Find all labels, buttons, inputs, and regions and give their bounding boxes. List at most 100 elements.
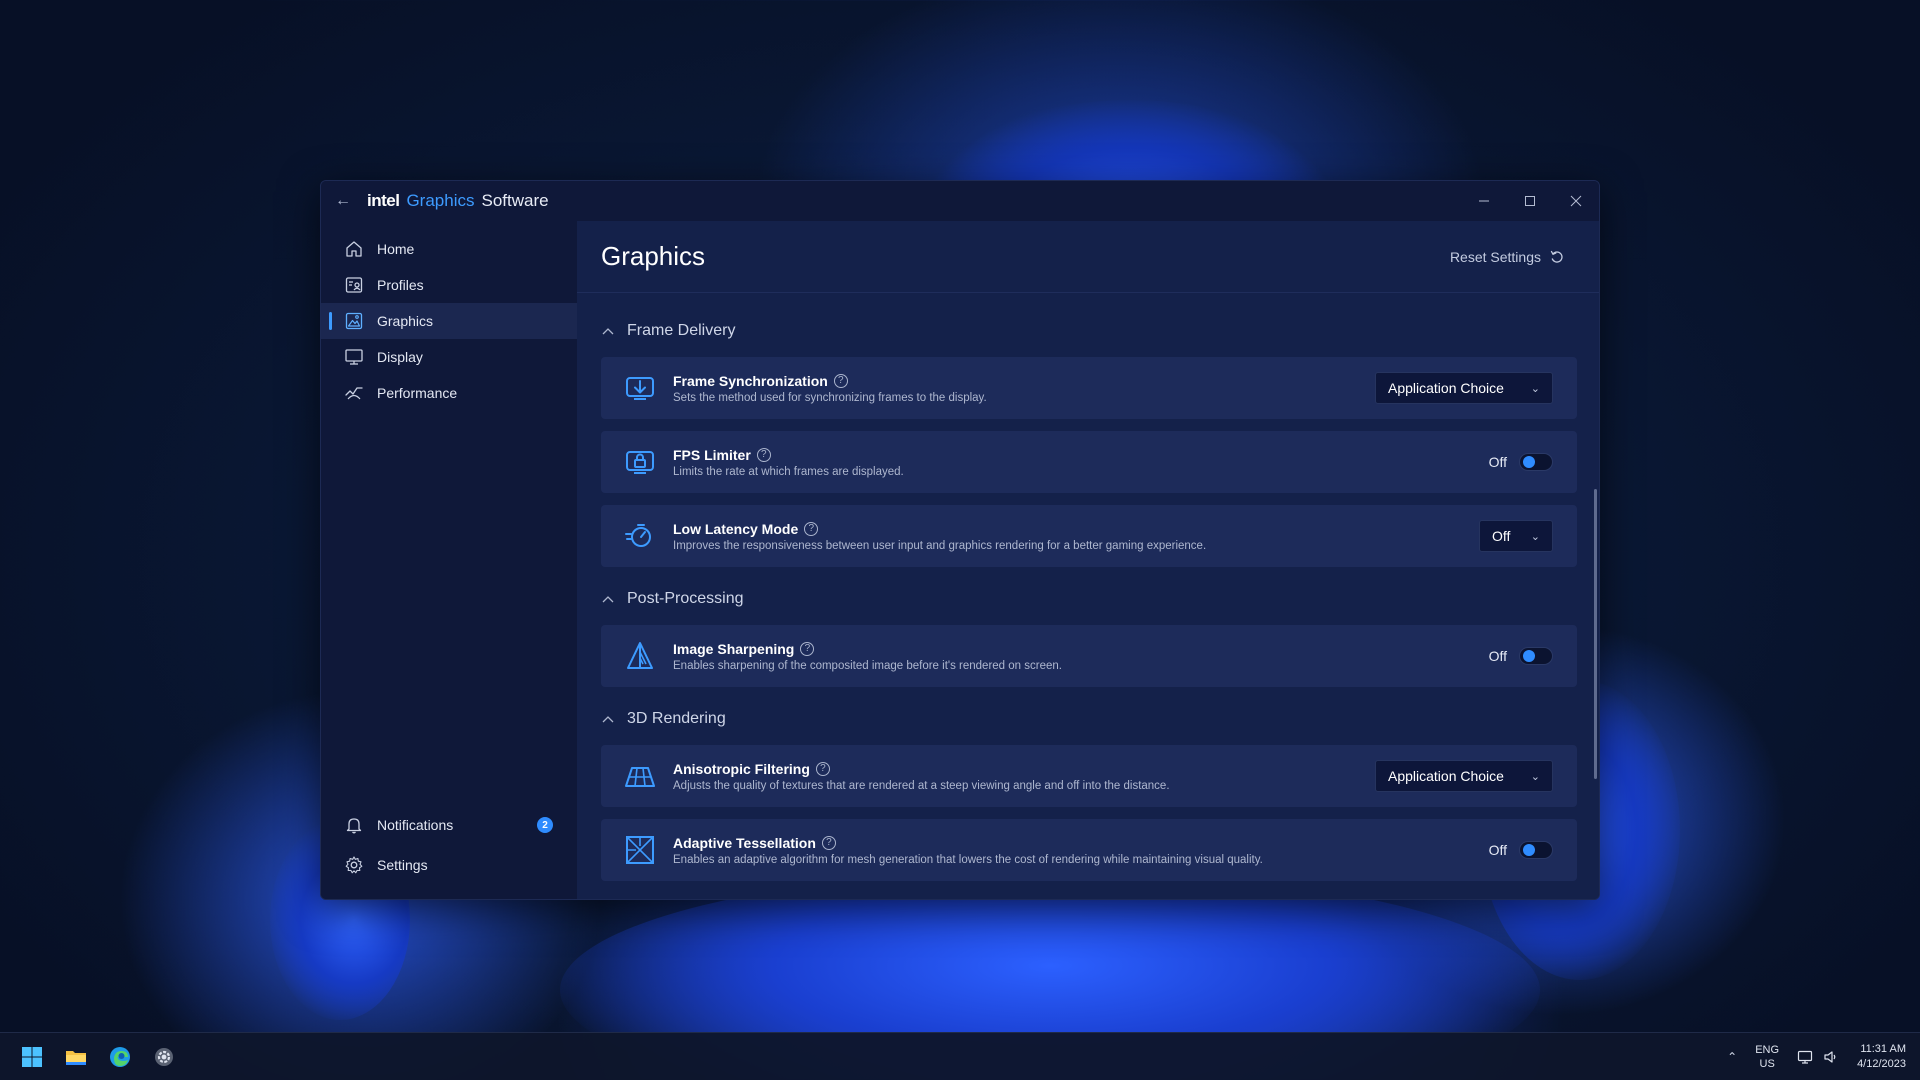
minimize-button[interactable] xyxy=(1461,181,1507,221)
brand-intel: intel xyxy=(367,191,400,210)
brand-software: Software xyxy=(481,191,549,210)
image-sharpening-toggle-group: Off xyxy=(1489,647,1553,665)
setting-description: Improves the responsiveness between user… xyxy=(673,539,1207,552)
help-icon[interactable]: ? xyxy=(756,447,771,462)
fps-limiter-toggle[interactable] xyxy=(1519,453,1553,471)
section-3d-rendering-header[interactable]: 3D Rendering xyxy=(601,699,1577,739)
setting-low-latency-mode: Low Latency Mode ? Improves the responsi… xyxy=(601,505,1577,567)
brand-graphics: Graphics xyxy=(406,191,475,210)
toggle-state-label: Off xyxy=(1488,842,1507,858)
help-icon[interactable]: ? xyxy=(833,373,848,388)
image-sharpening-toggle[interactable] xyxy=(1519,647,1553,665)
section-frame-delivery-header[interactable]: Frame Delivery xyxy=(601,311,1577,351)
chevron-up-icon xyxy=(601,592,615,606)
toggle-knob xyxy=(1523,650,1535,662)
chevron-down-icon: ⌄ xyxy=(1530,770,1540,783)
edge-browser-icon[interactable] xyxy=(108,1045,132,1069)
tray-quick-settings[interactable] xyxy=(1797,1049,1839,1065)
sidebar-item-label: Performance xyxy=(377,385,458,401)
setting-adaptive-tessellation: Adaptive Tessellation ? Enables an adapt… xyxy=(601,819,1577,881)
setting-text: FPS Limiter ? Limits the rate at which f… xyxy=(673,447,1489,478)
low-latency-dropdown[interactable]: Off ⌄ xyxy=(1479,520,1553,552)
file-explorer-icon[interactable] xyxy=(64,1045,88,1069)
setting-anisotropic-filtering: Anisotropic Filtering ? Adjusts the qual… xyxy=(601,745,1577,807)
frame-sync-icon xyxy=(623,371,657,405)
sidebar-item-label: Home xyxy=(377,241,415,257)
gear-icon xyxy=(343,854,365,876)
frame-sync-dropdown[interactable]: Application Choice ⌄ xyxy=(1375,372,1553,404)
sidebar-item-profiles[interactable]: Profiles xyxy=(321,267,577,303)
toggle-state-label: Off xyxy=(1488,454,1507,470)
scrollbar[interactable] xyxy=(1594,489,1597,779)
setting-title: Low Latency Mode ? xyxy=(673,521,1479,537)
taskbar-apps xyxy=(20,1045,176,1069)
clock[interactable]: 11:31 AM 4/12/2023 xyxy=(1857,1042,1906,1072)
anisotropic-filtering-icon xyxy=(623,759,657,793)
adaptive-tessellation-icon xyxy=(623,833,657,867)
setting-image-sharpening: Image Sharpening ? Enables sharpening of… xyxy=(601,625,1577,687)
setting-title-label: Image Sharpening xyxy=(673,640,795,657)
toggle-knob xyxy=(1523,456,1535,468)
setting-title: Adaptive Tessellation ? xyxy=(673,835,1489,851)
setting-title: Anisotropic Filtering ? xyxy=(673,761,1375,777)
app-window: ← intel Graphics Software Home Profiles … xyxy=(320,180,1600,900)
section-title: Post-Processing xyxy=(627,590,744,607)
setting-text: Anisotropic Filtering ? Adjusts the qual… xyxy=(673,761,1375,792)
anisotropic-filtering-dropdown[interactable]: Application Choice ⌄ xyxy=(1375,760,1553,792)
setting-title-label: Low Latency Mode xyxy=(673,520,799,537)
image-sharpening-icon xyxy=(623,639,657,673)
chevron-up-icon xyxy=(601,324,615,338)
help-icon[interactable]: ? xyxy=(821,835,836,850)
sidebar-item-notifications[interactable]: Notifications 2 xyxy=(321,805,577,845)
maximize-button[interactable] xyxy=(1507,181,1553,221)
setting-text: Image Sharpening ? Enables sharpening of… xyxy=(673,641,1489,672)
setting-text: Low Latency Mode ? Improves the responsi… xyxy=(673,521,1479,552)
chevron-down-icon: ⌄ xyxy=(1530,530,1540,543)
settings-list: Frame Delivery Frame Synchronization ? S… xyxy=(577,293,1599,881)
chevron-up-icon xyxy=(601,712,615,726)
reset-settings-button[interactable]: Reset Settings xyxy=(1450,249,1565,265)
help-icon[interactable]: ? xyxy=(815,761,830,776)
setting-fps-limiter: FPS Limiter ? Limits the rate at which f… xyxy=(601,431,1577,493)
dropdown-value: Off xyxy=(1492,528,1511,544)
setting-text: Adaptive Tessellation ? Enables an adapt… xyxy=(673,835,1489,866)
sidebar-item-display[interactable]: Display xyxy=(321,339,577,375)
back-button[interactable]: ← xyxy=(321,181,365,221)
reset-icon xyxy=(1550,250,1563,263)
clock-date: 4/12/2023 xyxy=(1857,1058,1906,1070)
sidebar-item-label: Graphics xyxy=(377,313,434,329)
language-indicator[interactable]: ENG US xyxy=(1755,1043,1779,1071)
sidebar-item-settings[interactable]: Settings xyxy=(321,845,577,885)
help-icon[interactable]: ? xyxy=(804,521,819,536)
setting-description: Enables an adaptive algorithm for mesh g… xyxy=(673,853,1263,866)
setting-description: Limits the rate at which frames are disp… xyxy=(673,465,904,478)
sidebar-item-label: Settings xyxy=(377,857,428,873)
settings-gear-icon[interactable] xyxy=(152,1045,176,1069)
page-title: Graphics xyxy=(601,241,706,271)
content-header: Graphics Reset Settings xyxy=(577,221,1599,293)
sidebar-item-performance[interactable]: Performance xyxy=(321,375,577,411)
adaptive-tessellation-toggle-group: Off xyxy=(1489,841,1553,859)
help-icon[interactable]: ? xyxy=(800,641,815,656)
windows-start-icon[interactable] xyxy=(20,1045,44,1069)
adaptive-tessellation-toggle[interactable] xyxy=(1519,841,1553,859)
sidebar-nav: Home Profiles Graphics Display Performan… xyxy=(321,221,577,411)
sidebar-item-home[interactable]: Home xyxy=(321,231,577,267)
region-code: US xyxy=(1759,1058,1775,1070)
fps-limiter-toggle-group: Off xyxy=(1489,453,1553,471)
sidebar-item-graphics[interactable]: Graphics xyxy=(321,303,577,339)
setting-title-label: FPS Limiter xyxy=(673,446,751,463)
setting-description: Enables sharpening of the composited ima… xyxy=(673,659,1062,672)
setting-title-label: Adaptive Tessellation xyxy=(673,834,816,851)
setting-title-label: Frame Synchronization xyxy=(673,372,828,389)
maximize-icon xyxy=(1525,196,1535,206)
profiles-icon xyxy=(343,274,365,296)
section-post-processing-header[interactable]: Post-Processing xyxy=(601,579,1577,619)
app-title: intel Graphics Software xyxy=(367,191,549,211)
setting-title: Image Sharpening ? xyxy=(673,641,1489,657)
sidebar-footer: Notifications 2 Settings xyxy=(321,805,577,885)
dropdown-value: Application Choice xyxy=(1388,380,1504,396)
close-button[interactable] xyxy=(1553,181,1599,221)
home-icon xyxy=(343,238,365,260)
show-hidden-icons-chevron-icon[interactable]: ⌃ xyxy=(1727,1050,1737,1064)
